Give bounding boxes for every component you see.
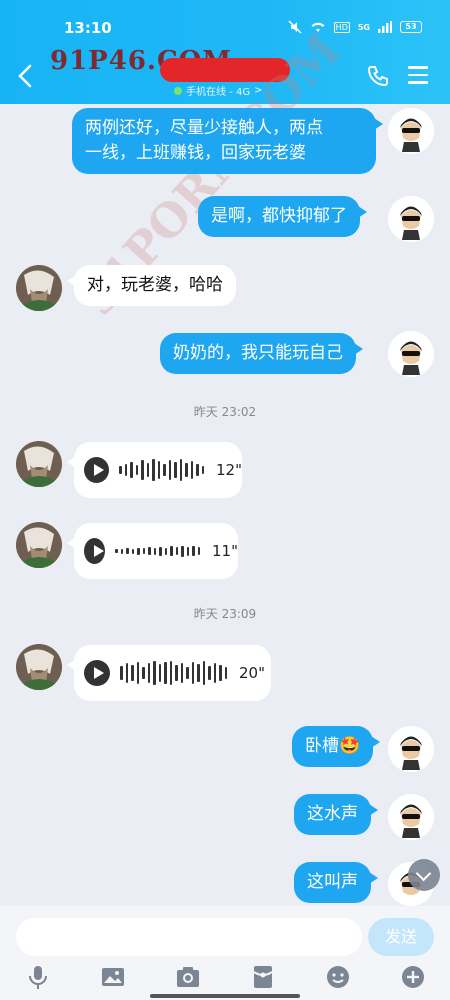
status-bar: 13:10 HD 5G 53 — [0, 0, 450, 46]
input-toolbar — [0, 964, 450, 992]
camera-icon[interactable] — [175, 964, 201, 990]
voice-message[interactable]: 20" — [67, 645, 271, 701]
mute-icon — [288, 20, 302, 34]
play-icon[interactable] — [84, 538, 105, 564]
message-text: 这水声 — [307, 804, 358, 824]
my-avatar[interactable] — [388, 196, 434, 242]
scroll-down-button[interactable] — [408, 859, 440, 891]
timestamp: 昨天 23:02 — [193, 405, 257, 419]
contact-avatar[interactable] — [16, 522, 62, 568]
send-button[interactable]: 发送 — [368, 918, 434, 956]
status-icons: HD 5G 53 — [288, 20, 422, 34]
status-time: 13:10 — [64, 19, 112, 37]
voice-duration: 11" — [212, 542, 238, 560]
signal-5g: 5G — [357, 22, 370, 32]
waveform — [119, 455, 204, 485]
online-status: 手机在线 - 4G > — [174, 83, 262, 98]
microphone-icon[interactable] — [25, 964, 51, 990]
message-bubble-sent[interactable]: 卧槽🤩 — [292, 726, 381, 767]
play-icon[interactable] — [84, 660, 110, 686]
voice-duration: 20" — [239, 664, 265, 682]
my-avatar[interactable] — [388, 108, 434, 154]
online-status-chevron: > — [254, 85, 263, 96]
red-packet-icon[interactable] — [250, 964, 276, 990]
my-avatar[interactable] — [388, 726, 434, 772]
voice-message[interactable]: 11" — [67, 523, 238, 579]
play-icon[interactable] — [84, 457, 109, 483]
contact-avatar[interactable] — [16, 644, 62, 690]
plus-icon[interactable] — [400, 964, 426, 990]
home-indicator[interactable] — [150, 994, 300, 998]
contact-avatar[interactable] — [16, 265, 62, 311]
message-bubble-sent[interactable]: 奶奶的，我只能玩自己 — [160, 333, 363, 374]
my-avatar[interactable] — [388, 331, 434, 377]
contact-avatar[interactable] — [16, 441, 62, 487]
message-text: 卧槽🤩 — [305, 736, 361, 756]
message-text: 奶奶的，我只能玩自己 — [173, 343, 343, 363]
message-text: 两例还好，尽量少接触人，两点 — [85, 118, 323, 138]
message-text: 对，玩老婆，哈哈 — [87, 275, 223, 295]
menu-icon[interactable] — [408, 66, 428, 84]
online-dot-icon — [174, 86, 182, 95]
message-text: 一线，上班赚钱，回家玩老婆 — [85, 143, 306, 163]
image-icon[interactable] — [100, 964, 126, 990]
message-input[interactable] — [16, 918, 362, 956]
timestamp: 昨天 23:09 — [193, 607, 257, 621]
message-bubble-sent[interactable]: 两例还好，尽量少接触人，两点 一线，上班赚钱，回家玩老婆 — [72, 108, 383, 174]
emoji-icon[interactable] — [325, 964, 351, 990]
message-bubble-received[interactable]: 对，玩老婆，哈哈 — [67, 265, 236, 306]
online-status-text: 手机在线 - 4G — [186, 87, 251, 98]
message-text: 是啊，都快抑郁了 — [211, 206, 347, 226]
wifi-icon — [311, 22, 325, 32]
voice-message[interactable]: 12" — [67, 442, 242, 498]
hd-badge: HD — [333, 21, 350, 33]
voice-duration: 12" — [216, 461, 242, 479]
phone-call-icon[interactable] — [366, 64, 390, 88]
waveform — [115, 536, 200, 566]
my-avatar[interactable] — [388, 794, 434, 840]
message-bubble-sent[interactable]: 这水声 — [294, 794, 378, 835]
contact-name-redacted — [160, 58, 290, 82]
input-bar: 发送 — [0, 906, 450, 1000]
message-bubble-sent[interactable]: 是啊，都快抑郁了 — [198, 196, 367, 237]
chat-header: 13:10 HD 5G 53 91P46.COM 手机在线 - 4G > — [0, 0, 450, 104]
message-text: 这叫声 — [307, 872, 358, 892]
signal-icon — [378, 21, 392, 33]
waveform — [120, 658, 227, 688]
battery-icon: 53 — [400, 21, 422, 33]
back-arrow-icon[interactable] — [14, 62, 38, 90]
message-bubble-sent[interactable]: 这叫声 — [294, 862, 378, 903]
